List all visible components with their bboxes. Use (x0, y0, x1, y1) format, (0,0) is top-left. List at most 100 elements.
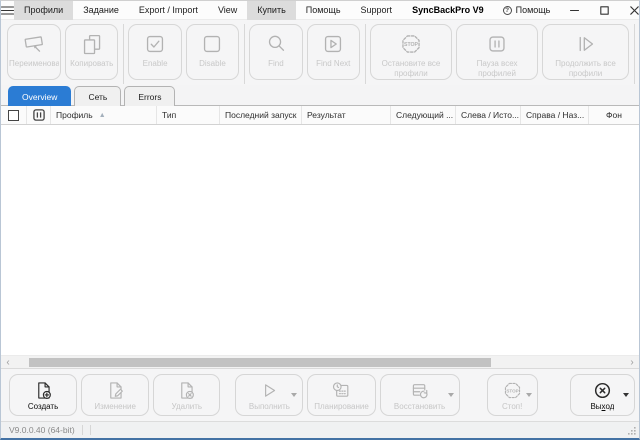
stop-button[interactable]: STOP Стоп! (487, 374, 538, 416)
copy-button[interactable]: Копировать (65, 24, 118, 80)
help-button[interactable]: ? Помощь (494, 1, 560, 20)
maximize-button[interactable] (589, 1, 619, 20)
delete-profile-button[interactable]: Удалить (153, 374, 220, 416)
menu-export-import[interactable]: Export / Import (129, 1, 208, 20)
select-all-checkbox[interactable] (1, 106, 27, 124)
column-label: Следующий ... (396, 110, 453, 120)
disable-checkbox-icon (200, 32, 224, 56)
menu-buy[interactable]: Купить (247, 1, 295, 20)
scroll-left-arrow[interactable]: ‹ (1, 356, 15, 369)
schedule-button[interactable]: Планирование (307, 374, 375, 416)
column-header-right-dest[interactable]: Справа / Наз... (521, 106, 589, 124)
find-next-icon (321, 32, 345, 56)
enable-checkbox-icon (143, 32, 167, 56)
restore-icon (409, 380, 430, 401)
exit-dropdown-icon[interactable] (623, 393, 629, 397)
scroll-right-arrow[interactable]: › (625, 356, 639, 369)
find-next-button[interactable]: Find Next (307, 24, 360, 80)
window-controls (559, 1, 640, 20)
edit-profile-button[interactable]: Изменение (81, 374, 149, 416)
tab-overview[interactable]: Overview (8, 86, 71, 106)
find-button[interactable]: Find (249, 24, 302, 80)
enable-button[interactable]: Enable (128, 24, 181, 80)
svg-text:STOP: STOP (506, 388, 518, 393)
find-next-label: Find Next (309, 59, 358, 69)
disable-label: Disable (188, 59, 237, 69)
pause-all-icon (485, 32, 509, 56)
top-toolbar: Переименовать Копировать Enable (1, 20, 639, 85)
edit-profile-icon (105, 380, 126, 401)
run-dropdown-icon[interactable] (291, 393, 297, 397)
stop-dropdown-icon[interactable] (526, 393, 532, 397)
rename-button[interactable]: Переименовать (7, 24, 61, 80)
minimize-button[interactable] (559, 1, 589, 20)
exit-label: Выход (590, 402, 614, 411)
tab-network[interactable]: Сеть (74, 86, 121, 106)
stop-label: Стоп! (502, 402, 522, 411)
edit-label: Изменение (94, 402, 136, 411)
column-label: Профиль (56, 110, 93, 120)
search-icon (264, 32, 288, 56)
app-window: Профили Задание Export / Import View Куп… (0, 0, 640, 440)
profile-list-area[interactable] (1, 125, 639, 355)
restore-button[interactable]: Восстановить (380, 374, 460, 416)
rename-icon (22, 32, 46, 56)
sort-ascending-icon: ▲ (99, 112, 106, 119)
menu-task[interactable]: Задание (73, 1, 129, 20)
exit-icon (592, 380, 613, 401)
run-label: Выполнить (249, 402, 290, 411)
tab-errors[interactable]: Errors (124, 86, 175, 106)
statusbar-separator (90, 425, 91, 435)
copy-icon (80, 32, 104, 56)
schedule-label: Планирование (314, 402, 369, 411)
menu-icon[interactable] (1, 1, 14, 20)
horizontal-scrollbar[interactable]: ‹ › (1, 355, 639, 368)
column-header-profile[interactable]: Профиль ▲ (51, 106, 157, 124)
menu-help[interactable]: Помощь (296, 1, 351, 20)
find-label: Find (251, 59, 300, 69)
column-header-type[interactable]: Тип (157, 106, 220, 124)
pause-all-profiles-button[interactable]: Пауза всех профилей (456, 24, 538, 80)
column-label: Справа / Наз... (526, 110, 584, 120)
column-header-last-run[interactable]: Последний запуск (220, 106, 302, 124)
run-profile-button[interactable]: Выполнить (235, 374, 303, 416)
stop-icon: STOP (502, 380, 523, 401)
titlebar: Профили Задание Export / Import View Куп… (1, 1, 639, 20)
help-label: Помощь (516, 5, 551, 15)
resume-all-icon (574, 32, 598, 56)
resume-all-profiles-button[interactable]: Продолжить все профили (542, 24, 629, 80)
column-label: Фон (606, 110, 622, 120)
enable-label: Enable (130, 59, 179, 69)
scrollbar-thumb[interactable] (29, 358, 491, 367)
restore-label: Восстановить (394, 402, 445, 411)
delete-profile-icon (176, 380, 197, 401)
menu-profiles[interactable]: Профили (14, 1, 73, 20)
restore-dropdown-icon[interactable] (448, 393, 454, 397)
statusbar-separator (82, 425, 83, 435)
menu-view[interactable]: View (208, 1, 247, 20)
resume-all-label: Продолжить все профили (544, 59, 627, 79)
resize-grip-icon[interactable] (627, 426, 636, 435)
toolbar-separator (244, 24, 245, 84)
column-header-result[interactable]: Результат (302, 106, 391, 124)
toolbar-separator (634, 24, 635, 84)
pause-column-header[interactable] (27, 106, 51, 124)
menu-support[interactable]: Support (351, 1, 403, 20)
column-header-left-source[interactable]: Слева / Исто... (456, 106, 521, 124)
exit-button[interactable]: Выход (570, 374, 635, 416)
table-header: Профиль ▲ Тип Последний запуск Результат… (1, 106, 639, 125)
stop-all-profiles-button[interactable]: STOP Остановите все профили (370, 24, 452, 80)
create-profile-icon (33, 380, 54, 401)
version-text: V9.0.0.40 (64-bit) (9, 425, 75, 435)
create-profile-button[interactable]: Создать (9, 374, 77, 416)
copy-label: Копировать (67, 59, 116, 69)
svg-text:STOP: STOP (404, 42, 419, 48)
column-header-background[interactable]: Фон (589, 106, 639, 124)
close-button[interactable] (619, 1, 640, 20)
disable-button[interactable]: Disable (186, 24, 239, 80)
column-label: Последний запуск (225, 110, 296, 120)
column-header-next[interactable]: Следующий ... (391, 106, 456, 124)
tabstrip: Overview Сеть Errors (1, 85, 639, 106)
delete-label: Удалить (172, 402, 203, 411)
stop-all-icon: STOP (399, 32, 423, 56)
